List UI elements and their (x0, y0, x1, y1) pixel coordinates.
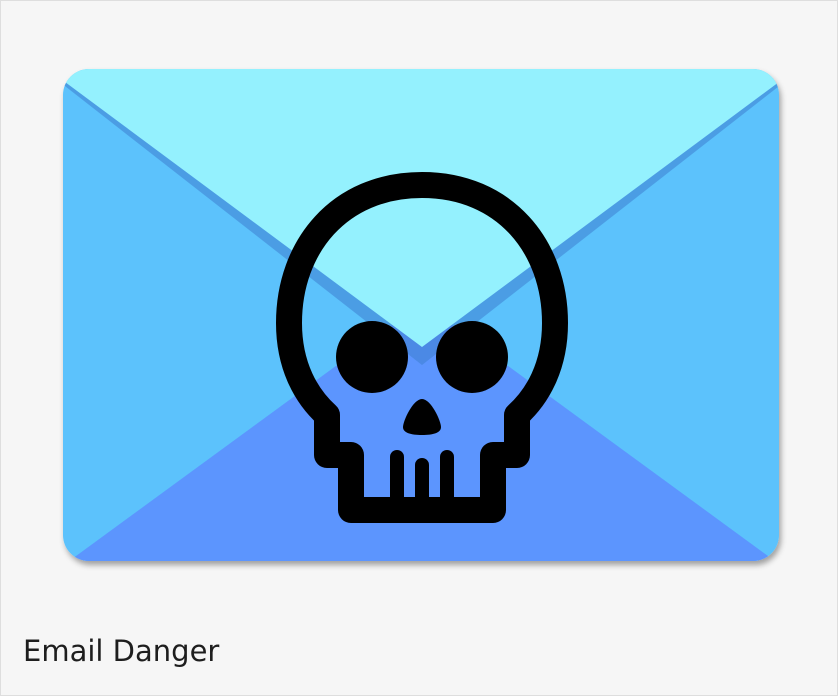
skull-eye-right (436, 321, 508, 393)
email-danger-icon (61, 65, 783, 567)
icon-card[interactable]: Email Danger (0, 0, 838, 696)
email-danger-svg (63, 69, 779, 561)
skull-eye-left (336, 321, 408, 393)
icon-title: Email Danger (23, 634, 220, 668)
